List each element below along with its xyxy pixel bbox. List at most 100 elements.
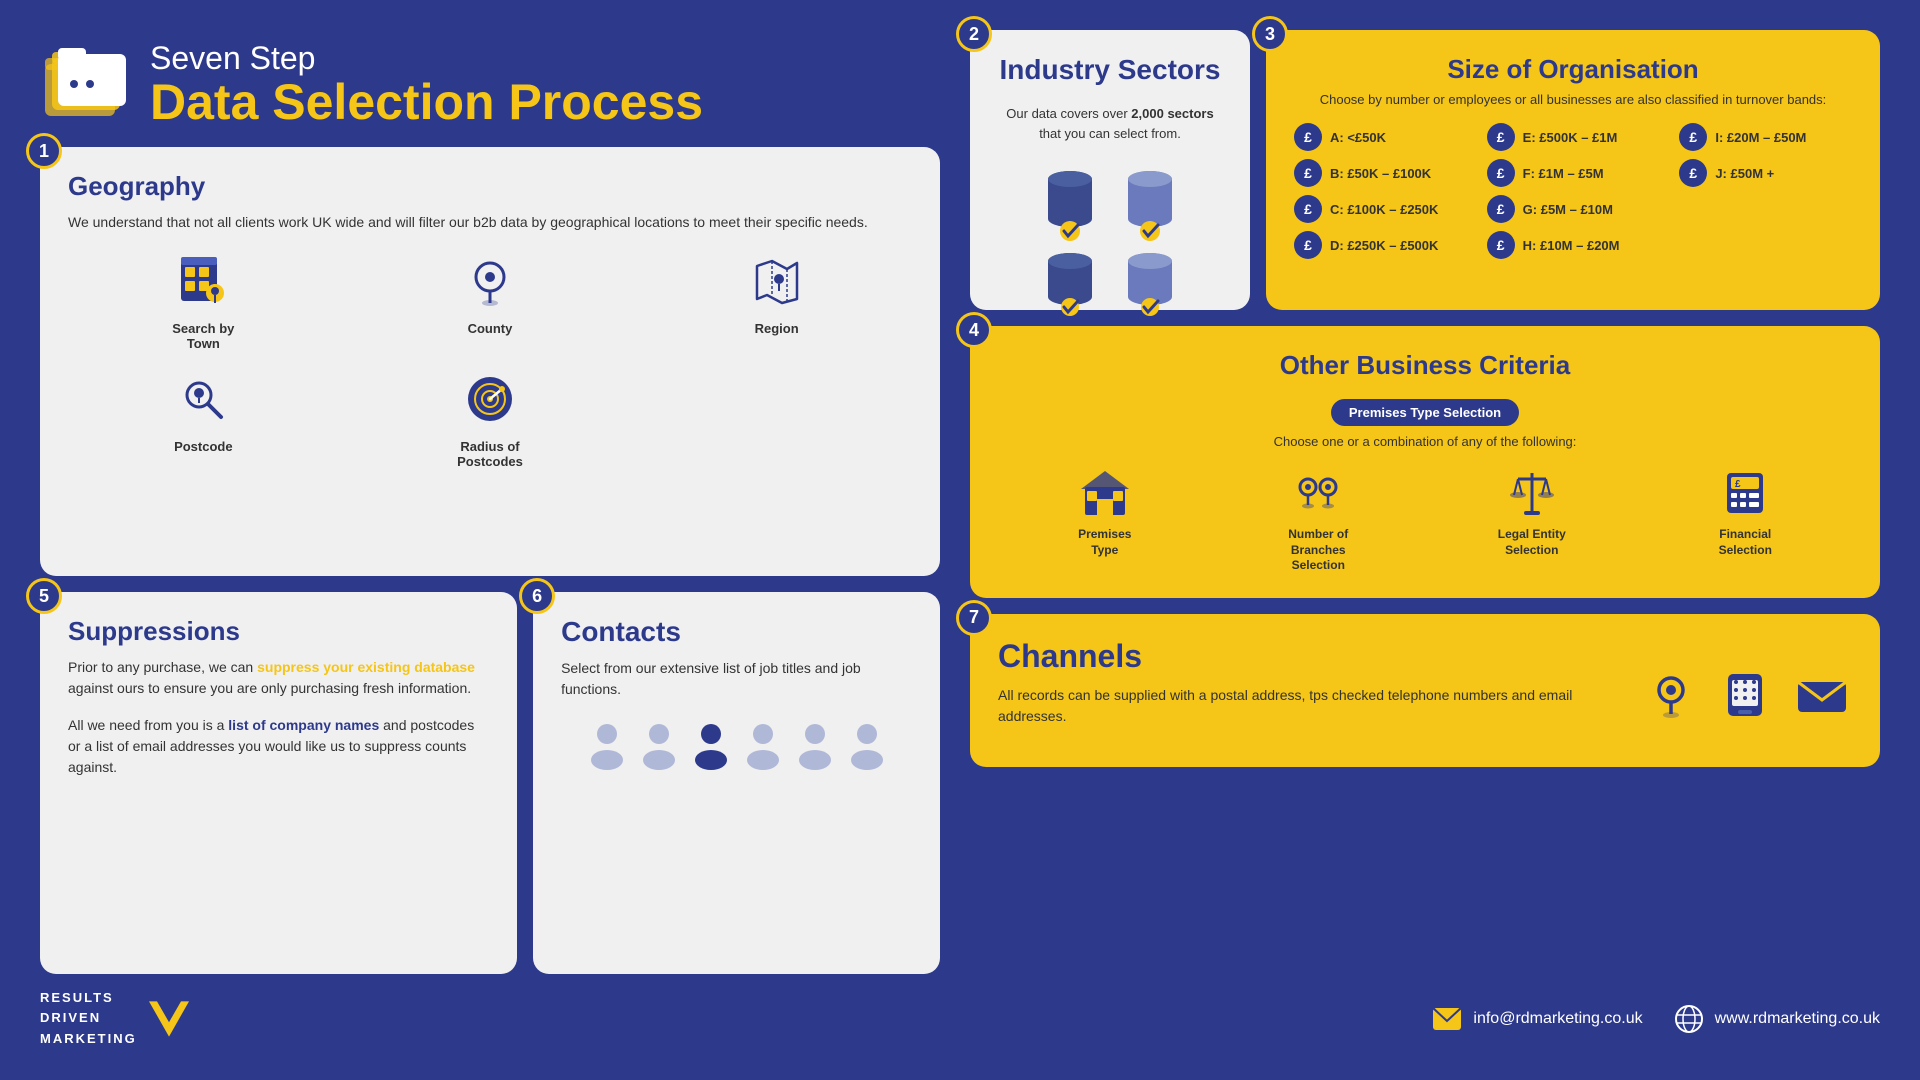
suppressions-title: Suppressions [68,616,489,647]
pound-d: £ [1294,231,1322,259]
contacts-icons [561,720,912,770]
suppressions-card: 5 Suppressions Prior to any purchase, we… [40,592,517,973]
logo-line3: MARKETING [40,1029,137,1050]
radius-label: Radius ofPostcodes [457,439,523,469]
step5-badge: 5 [26,578,62,614]
industry-body: Our data covers over 2,000 sectors that … [998,104,1222,143]
size-g: £ G: £5M – £10M [1487,195,1660,223]
geo-county: County [355,249,626,351]
pound-f: £ [1487,159,1515,187]
size-g-label: G: £5M – £10M [1523,202,1613,217]
step2-badge: 2 [956,16,992,52]
suppressions-body2: All we need from you is a list of compan… [68,715,489,778]
postcode-label: Postcode [174,439,233,454]
pound-b: £ [1294,159,1322,187]
step6-badge: 6 [519,578,555,614]
criteria-badge-container: Premises Type Selection [998,391,1852,434]
pound-i: £ [1679,123,1707,151]
contacts-card: 6 Contacts Select from our extensive lis… [533,592,940,973]
logo-line1: RESULTS [40,988,137,1009]
pound-a: £ [1294,123,1322,151]
search-by-town-icon [171,249,235,313]
size-subtitle: Choose by number or employees or all bus… [1294,91,1852,109]
size-grid: £ A: <£50K £ E: £500K – £1M £ I: £20M – … [1294,123,1852,259]
premises-icon [1077,465,1133,521]
size-c: £ C: £100K – £250K [1294,195,1467,223]
branches-icon [1290,465,1346,521]
step1-badge: 1 [26,133,62,169]
financial-icon: £ [1717,465,1773,521]
region-label: Region [755,321,799,336]
step3-badge: 3 [1252,16,1288,52]
size-h-label: H: £10M – £20M [1523,238,1620,253]
website-contact: www.rdmarketing.co.uk [1673,1003,1880,1035]
contacts-body: Select from our extensive list of job ti… [561,658,912,700]
email-contact: info@rdmarketing.co.uk [1431,1003,1642,1035]
pound-c: £ [1294,195,1322,223]
size-card: 3 Size of Organisation Choose by number … [1266,30,1880,310]
header-subtitle: Seven Step [150,40,703,77]
size-i: £ I: £20M – £50M [1679,123,1852,151]
geography-title: Geography [68,171,912,202]
other-business-card: 4 Other Business Criteria Premises Type … [970,326,1880,598]
website-url: www.rdmarketing.co.uk [1715,1010,1880,1028]
criteria-legal: Legal EntitySelection [1425,465,1639,558]
right-top-row: 2 Industry Sectors Our data covers over … [970,30,1880,310]
header: Seven Step Data Selection Process [40,30,960,147]
search-by-town-label: Search byTown [172,321,234,351]
company-names-highlight: list of company names [228,717,379,733]
size-h: £ H: £10M – £20M [1487,231,1660,259]
header-text: Seven Step Data Selection Process [150,40,703,127]
contact-info: info@rdmarketing.co.uk www.rdmarketing.c… [1431,1003,1880,1035]
legal-label: Legal EntitySelection [1498,527,1566,558]
globe-icon [1673,1003,1705,1035]
footer: RESULTS DRIVEN MARKETING info@rdmarketin… [40,974,1880,1050]
channels-icons [1644,668,1852,722]
contacts-title: Contacts [561,616,912,648]
geography-card: 1 Geography We understand that not all c… [40,147,940,576]
size-f: £ F: £1M – £5M [1487,159,1660,187]
geo-postcode: Postcode [68,367,339,469]
email-address: info@rdmarketing.co.uk [1473,1010,1642,1028]
county-label: County [468,321,513,336]
channels-text: Channels All records can be supplied wit… [998,638,1614,743]
suppress-highlight: suppress your existing database [257,659,475,675]
criteria-badge: Premises Type Selection [1331,399,1519,426]
header-title: Data Selection Process [150,77,703,127]
size-a: £ A: <£50K [1294,123,1467,151]
legal-icon [1504,465,1560,521]
financial-label: FinancialSelection [1719,527,1772,558]
email-icon [1431,1003,1463,1035]
step4-badge: 4 [956,312,992,348]
pound-h: £ [1487,231,1515,259]
size-empty1 [1679,195,1852,223]
left-column: 1 Geography We understand that not all c… [40,147,960,974]
size-a-label: A: <£50K [1330,130,1386,145]
size-j: £ J: £50M + [1679,159,1852,187]
pound-e: £ [1487,123,1515,151]
logo-line2: DRIVEN [40,1008,137,1029]
other-business-title: Other Business Criteria [998,350,1852,381]
size-e-label: E: £500K – £1M [1523,130,1618,145]
size-j-label: J: £50M + [1715,166,1774,181]
criteria-premises: PremisesType [998,465,1212,558]
criteria-financial: £ FinancialSelection [1639,465,1853,558]
geo-region: Region [641,249,912,351]
db-icons [1040,163,1180,243]
size-d-label: D: £250K – £500K [1330,238,1438,253]
size-c-label: C: £100K – £250K [1330,202,1438,217]
size-i-label: I: £20M – £50M [1715,130,1806,145]
size-e: £ E: £500K – £1M [1487,123,1660,151]
pound-j: £ [1679,159,1707,187]
size-b: £ B: £50K – £100K [1294,159,1467,187]
industry-title: Industry Sectors [1000,54,1221,86]
logo-text: RESULTS DRIVEN MARKETING [40,988,137,1050]
step7-badge: 7 [956,600,992,636]
geo-radius: Radius ofPostcodes [355,367,626,469]
size-title: Size of Organisation [1294,54,1852,85]
suppressions-body1: Prior to any purchase, we can suppress y… [68,657,489,699]
premises-label: PremisesType [1078,527,1131,558]
svg-text:£: £ [1735,479,1741,490]
channels-card: 7 Channels All records can be supplied w… [970,614,1880,767]
radius-icon [458,367,522,431]
